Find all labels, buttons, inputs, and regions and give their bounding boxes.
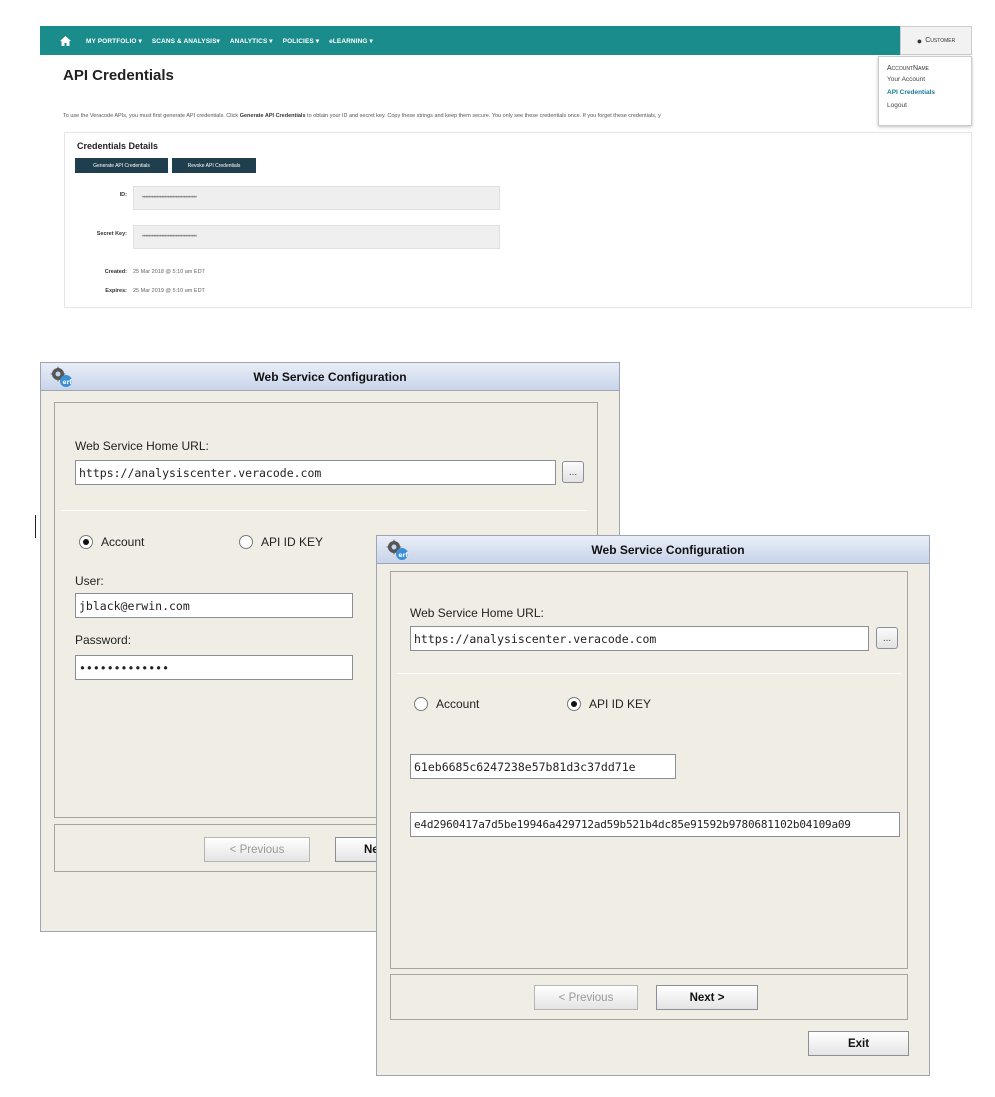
browse-button[interactable]: ...: [562, 461, 584, 483]
expires-label: Expires:: [105, 288, 127, 294]
radio-api-id-key-dot[interactable]: [567, 697, 581, 711]
user-label: User:: [75, 574, 104, 588]
radio-api-id-key-label: API ID KEY: [261, 535, 324, 549]
dialog-title-bar: erf Web Service Configuration: [377, 536, 929, 564]
id-field[interactable]: ••••••••••••••••••••••••••••••••••: [133, 186, 500, 210]
secret-key-field[interactable]: ••••••••••••••••••••••••••••••••••: [133, 225, 500, 249]
divider: [397, 673, 901, 674]
web-service-config-dialog-api-key: erf Web Service Configuration Web Servic…: [376, 535, 930, 1076]
svg-text:erf: erf: [63, 379, 73, 386]
svg-text:erf: erf: [399, 552, 409, 559]
radio-api-id-key-dot[interactable]: [239, 535, 253, 549]
radio-api-id-key[interactable]: API ID KEY: [567, 697, 651, 711]
intro-text: To use the Veracode APIs, you must first…: [63, 113, 875, 119]
previous-button[interactable]: < Previous: [534, 985, 638, 1010]
password-input[interactable]: •••••••••••••: [75, 655, 353, 680]
url-label: Web Service Home URL:: [410, 606, 544, 620]
intro-text-bold: Generate API Credentials: [239, 113, 306, 119]
app-gear-logo-icon: erf: [386, 539, 409, 560]
generate-api-credentials-button[interactable]: Generate API Credentials: [75, 158, 168, 173]
user-dropdown-menu: AccountName Your Account API Credentials…: [878, 56, 972, 126]
config-panel: Web Service Home URL: https://analysisce…: [390, 571, 908, 969]
radio-account-dot[interactable]: [79, 535, 93, 549]
api-key-input[interactable]: e4d2960417a7d5be19946a429712ad59b521b4dc…: [410, 812, 900, 837]
nav-scans-analysis[interactable]: SCANS & ANALYSIS▾: [152, 37, 220, 45]
revoke-api-credentials-button[interactable]: Revoke API Credentials: [172, 158, 256, 173]
api-id-input[interactable]: 61eb6685c6247238e57b81d3c37dd71e: [410, 754, 676, 779]
user-menu-label: Customer: [925, 37, 956, 44]
expires-value: 25 Mar 2019 @ 5:10 am EDT: [133, 288, 205, 294]
divider: [61, 510, 587, 511]
dialog-title-bar: erf Web Service Configuration: [41, 363, 619, 391]
nav-elearning[interactable]: eLEARNING ▾: [329, 37, 373, 45]
secret-key-label: Secret Key:: [96, 231, 127, 237]
radio-account-label: Account: [436, 697, 480, 711]
user-menu[interactable]: ● Customer: [900, 26, 972, 55]
radio-account-label: Account: [101, 535, 145, 549]
url-input[interactable]: https://analysiscenter.veracode.com: [410, 626, 869, 651]
url-label: Web Service Home URL:: [75, 439, 209, 453]
home-icon[interactable]: [54, 26, 76, 55]
radio-account-dot[interactable]: [414, 697, 428, 711]
id-label: ID:: [119, 192, 127, 198]
created-label: Created:: [104, 269, 127, 275]
veracode-web-page: MY PORTFOLIO ▾ SCANS & ANALYSIS▾ ANALYTI…: [40, 26, 972, 308]
password-label: Password:: [75, 633, 132, 647]
previous-button[interactable]: < Previous: [204, 837, 310, 862]
dropdown-your-account[interactable]: Your Account: [887, 76, 963, 83]
dropdown-account-name: AccountName: [887, 65, 929, 72]
button-panel: < Previous Next >: [390, 974, 908, 1020]
radio-account[interactable]: Account: [79, 535, 144, 549]
dialog-title: Web Service Configuration: [253, 369, 407, 384]
browse-button[interactable]: ...: [876, 627, 898, 649]
intro-text-prefix: To use the Veracode APIs, you must first…: [63, 113, 240, 119]
top-navbar: MY PORTFOLIO ▾ SCANS & ANALYSIS▾ ANALYTI…: [40, 26, 972, 55]
intro-text-suffix: to obtain your ID and secret key. Copy t…: [305, 113, 661, 119]
text-cursor: [35, 515, 36, 538]
exit-button[interactable]: Exit: [808, 1031, 909, 1056]
next-button[interactable]: Next >: [656, 985, 758, 1010]
app-gear-logo-icon: erf: [50, 366, 73, 387]
page-title: API Credentials: [63, 67, 174, 84]
dropdown-api-credentials[interactable]: API Credentials: [887, 89, 963, 96]
dialog-title: Web Service Configuration: [591, 542, 745, 557]
nav-my-portfolio[interactable]: MY PORTFOLIO ▾: [86, 37, 142, 45]
credentials-heading: Credentials Details: [77, 141, 159, 151]
radio-account[interactable]: Account: [414, 697, 479, 711]
user-icon: ●: [916, 35, 923, 46]
radio-api-id-key-label: API ID KEY: [589, 697, 652, 711]
nav-policies[interactable]: POLICIES ▾: [283, 37, 319, 45]
nav-analytics[interactable]: ANALYTICS ▾: [230, 37, 273, 45]
created-value: 25 Mar 2018 @ 5:10 am EDT: [133, 269, 205, 275]
radio-api-id-key[interactable]: API ID KEY: [239, 535, 323, 549]
url-input[interactable]: https://analysiscenter.veracode.com: [75, 460, 556, 485]
dropdown-logout[interactable]: Logout: [887, 102, 963, 109]
credentials-panel: Credentials Details Generate API Credent…: [64, 132, 972, 308]
user-input[interactable]: jblack@erwin.com: [75, 593, 353, 618]
